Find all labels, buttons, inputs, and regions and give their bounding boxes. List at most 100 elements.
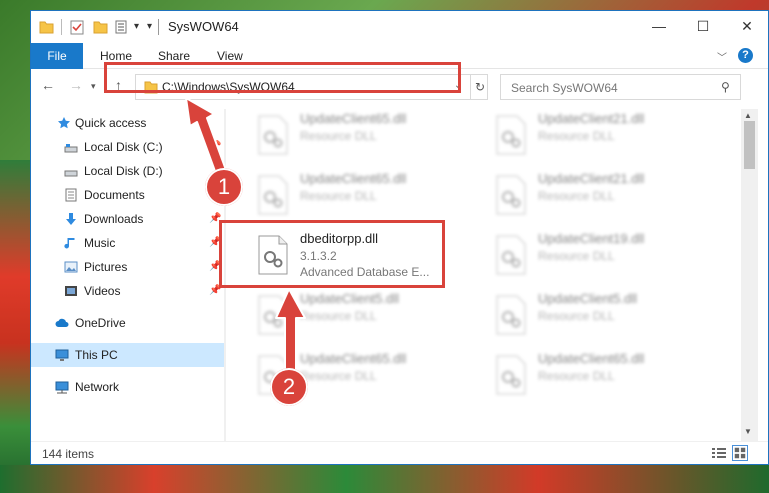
file-name: UpdateClient65.dll [300,171,407,186]
videos-icon [65,286,77,296]
properties-check-icon[interactable] [70,19,84,35]
up-arrow-icon[interactable]: ↑ [115,77,122,93]
computer-icon [55,349,69,361]
scroll-thumb[interactable] [744,121,755,169]
help-icon[interactable]: ? [738,48,753,63]
quick-access-dropdown-icon[interactable]: ▾ [147,19,157,35]
folder-icon [144,81,158,94]
file-description: Resource DLL [300,369,377,383]
search-placeholder: Search SysWOW64 [511,81,618,95]
scroll-up-icon[interactable]: ▲ [744,111,752,120]
sidebar-item-music[interactable]: Music 📌 [31,231,224,255]
file-name: UpdateClient21.dll [538,111,645,126]
sidebar-item-label: Downloads [84,212,144,226]
sidebar-item-videos[interactable]: Videos 📌 [31,279,224,303]
sidebar-item-pictures[interactable]: Pictures 📌 [31,255,224,279]
file-item[interactable]: UpdateClient5.dll Resource DLL [249,289,479,341]
documents-icon [65,188,77,202]
status-bar: 144 items [31,441,768,464]
tab-home[interactable]: Home [100,43,132,69]
sidebar-item-downloads[interactable]: Downloads 📌 [31,207,224,231]
large-icons-view-icon[interactable] [732,445,748,461]
file-item[interactable]: UpdateClient21.dll Resource DLL [487,169,717,221]
file-description: Resource DLL [538,309,615,323]
file-item[interactable]: UpdateClient65.dll Resource DLL [249,109,479,161]
sidebar-item-quick-access[interactable]: Quick access [31,111,224,135]
maximize-button[interactable]: ☐ [681,11,725,41]
drive-icon [64,170,78,177]
dll-file-icon [258,115,288,155]
sidebar-item-label: Local Disk (C:) [84,140,163,154]
file-name: UpdateClient19.dll [538,231,645,246]
dll-file-icon [496,115,526,155]
file-name: UpdateClient5.dll [300,291,400,306]
minimize-button[interactable]: — [637,11,681,41]
sidebar-item-this-pc[interactable]: This PC [31,343,224,367]
wallpaper-left [0,160,30,493]
refresh-icon[interactable]: ↻ [470,75,489,99]
forward-arrow-icon[interactable]: → [69,77,83,93]
file-item[interactable]: UpdateClient65.dll Resource DLL [487,349,717,401]
file-item[interactable]: UpdateClient5.dll Resource DLL [487,289,717,341]
file-name: UpdateClient21.dll [538,171,645,186]
address-path: C:\Windows\SysWOW64 [162,80,295,94]
step-2-badge: 2 [270,368,308,406]
dll-file-icon [496,175,526,215]
sidebar-item-label: Documents [84,188,145,202]
search-input[interactable]: Search SysWOW64 ⚲ [500,74,741,100]
address-bar[interactable]: C:\Windows\SysWOW64 ⌄ ↻ [135,74,488,100]
expand-ribbon-icon[interactable]: ﹀ [717,49,727,64]
explorer-window: ▾ ▾ SysWOW64 — ☐ ✕ File Home Share View … [30,10,769,465]
file-name: UpdateClient65.dll [300,351,407,366]
sidebar-item-documents[interactable]: Documents 📌 [31,183,224,207]
file-name: UpdateClient65.dll [300,111,407,126]
scroll-down-icon[interactable]: ▼ [744,427,752,436]
file-item[interactable]: UpdateClient19.dll Resource DLL [487,229,717,281]
cloud-icon [55,318,69,327]
sidebar-item-local-disk-d[interactable]: Local Disk (D:) [31,159,224,183]
window-title: SysWOW64 [168,19,239,34]
file-description: Resource DLL [538,249,615,263]
sidebar-item-onedrive[interactable]: OneDrive [31,311,224,335]
new-folder-icon[interactable] [93,19,108,35]
customize-icon[interactable] [115,19,129,35]
chevron-down-icon[interactable]: ▾ [134,19,146,35]
file-name: UpdateClient65.dll [538,351,645,366]
pane-divider[interactable] [224,109,226,441]
title-bar: ▾ ▾ SysWOW64 — ☐ ✕ [31,11,768,43]
file-description: Advanced Database E... [300,265,430,279]
recent-locations-icon[interactable]: ▾ [91,81,96,92]
dll-file-icon [258,175,288,215]
details-view-icon[interactable] [711,446,727,460]
close-button[interactable]: ✕ [725,11,769,41]
sidebar-item-label: This PC [75,348,118,362]
chevron-down-icon[interactable]: ⌄ [454,80,462,91]
vertical-scrollbar[interactable]: ▲ ▼ [741,109,758,441]
back-arrow-icon[interactable]: ← [41,77,55,93]
navigation-pane: Quick access Local Disk (C:) 📌 Local Dis… [31,109,224,441]
dll-file-icon [496,295,526,335]
file-item[interactable]: UpdateClient21.dll Resource DLL [487,109,717,161]
tab-view[interactable]: View [217,43,243,69]
sidebar-item-label: Pictures [84,260,128,274]
file-item[interactable]: UpdateClient65.dll Resource DLL [249,169,479,221]
search-icon: ⚲ [721,80,730,94]
sidebar-item-network[interactable]: Network [31,375,224,399]
folder-icon[interactable] [39,19,54,35]
ribbon-tabs: File Home Share View ﹀ ? [31,43,768,69]
file-item-dbeditorpp[interactable]: dbeditorpp.dll 3.1.3.2 Advanced Database… [249,229,479,281]
pin-icon: 📌 [209,213,222,224]
dll-file-icon [496,235,526,275]
toolbar-separator [61,19,62,35]
file-description: Resource DLL [538,189,615,203]
network-icon [55,381,69,394]
file-description: Resource DLL [300,129,377,143]
tab-share[interactable]: Share [158,43,190,69]
sidebar-item-label: Local Disk (D:) [84,164,163,178]
tab-file[interactable]: File [31,43,83,69]
navigation-bar: ← → ▾ ↑ C:\Windows\SysWOW64 ⌄ ↻ Search S… [31,70,768,104]
sidebar-item-local-disk-c[interactable]: Local Disk (C:) 📌 [31,135,224,159]
file-description: Resource DLL [538,369,615,383]
dll-file-icon [258,295,288,335]
pin-icon: 📌 [209,261,222,272]
